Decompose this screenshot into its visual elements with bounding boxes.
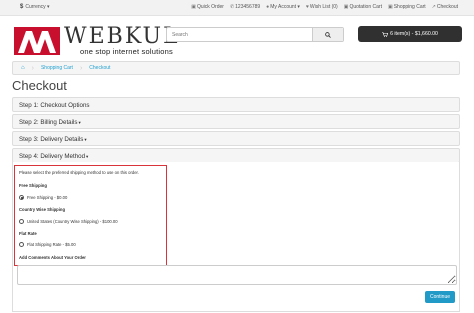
quotation-cart-link[interactable]: ▣ Quotation Cart [344,4,382,10]
breadcrumb-shopping-cart[interactable]: Shopping Cart [41,65,73,71]
brand-tagline: one stop internet solutions [80,47,173,56]
step-2-label: Step 2: Billing Details [19,119,78,126]
cart-summary: 6 item(s) - $1,660.00 [390,31,438,37]
search-bar [166,27,344,42]
currency-symbol: $ [20,4,24,10]
highlight-box [14,165,167,266]
step-2-panel[interactable]: Step 2: Billing Details▾ [12,114,460,129]
top-links: ▣ Quick Order ✆ 123456789 ● My Account ▾ ♥ W… [191,4,458,10]
caret-down-icon: ▾ [78,120,81,125]
comments-textarea[interactable] [17,265,457,285]
home-icon[interactable]: ⌂ [21,65,25,71]
my-account-label: My Account ▾ [270,4,300,10]
step-3-panel[interactable]: Step 3: Delivery Details▾ [12,131,460,146]
quick-order-link[interactable]: ▣ Quick Order [191,4,224,10]
my-account-link[interactable]: ● My Account ▾ [266,4,300,10]
cart-icon: ▣ [387,4,393,10]
webkul-logo-icon [14,27,60,55]
shopping-cart-link[interactable]: ▣ Shopping Cart [388,4,426,10]
user-icon: ● [266,4,270,10]
breadcrumb-separator: › [79,64,83,72]
brand-logo[interactable]: WEBKUL one stop internet solutions [14,25,178,61]
currency-dropdown[interactable]: $ Currency ▾ [20,4,50,10]
search-button[interactable] [312,28,343,41]
continue-button[interactable]: Continue [425,291,455,303]
top-bar: $ Currency ▾ ▣ Quick Order ✆ 123456789 ● My … [0,0,474,16]
quotation-cart-label: Quotation Cart [349,4,382,10]
brand-name: WEBKUL [64,24,180,49]
heart-icon: ♥ [305,4,309,10]
box-icon: ▣ [191,4,196,10]
step-4-label: Step 4: Delivery Method [19,153,86,160]
checkout-link[interactable]: ↗ Checkout [432,4,458,10]
search-input[interactable] [167,28,312,41]
wish-list-label: Wish List (0) [309,4,338,10]
phone-link[interactable]: ✆ 123456789 [230,4,260,10]
caret-down-icon: ▾ [84,137,87,142]
share-icon: ↗ [431,4,436,10]
step-4-panel[interactable]: Step 4: Delivery Method▾ [12,148,460,163]
phone-icon: ✆ [229,4,235,10]
step-3-label: Step 3: Delivery Details [19,136,84,143]
page-title: Checkout [12,78,67,93]
breadcrumb-checkout[interactable]: Checkout [89,65,110,71]
phone-label: 123456789 [235,4,261,10]
cart-icon [382,31,389,37]
quote-cart-icon: ▣ [343,4,349,10]
search-icon [325,31,331,38]
quick-order-label: Quick Order [196,4,224,10]
caret-down-icon: ▾ [86,154,89,159]
wish-list-link[interactable]: ♥ Wish List (0) [306,4,338,10]
currency-label: Currency ▾ [25,4,50,10]
step-1-panel[interactable]: Step 1: Checkout Options [12,97,460,112]
cart-button[interactable]: 6 item(s) - $1,660.00 [358,26,462,42]
shopping-cart-label: Shopping Cart [393,4,426,10]
breadcrumb-separator: › [31,64,34,72]
breadcrumb: ⌂ › Shopping Cart › Checkout [12,61,460,75]
step-1-label: Step 1: Checkout Options [19,102,90,109]
checkout-label: Checkout [436,4,458,10]
